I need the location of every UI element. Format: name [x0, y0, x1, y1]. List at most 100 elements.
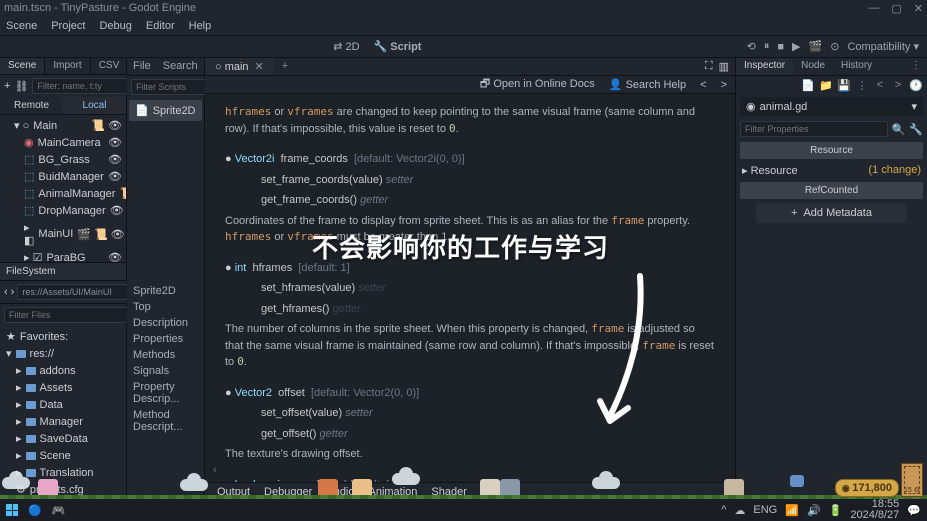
- tool-icon[interactable]: 🔧: [909, 123, 923, 136]
- run-scene-icon[interactable]: 🎬: [809, 40, 823, 53]
- nav-back-icon[interactable]: ‹: [4, 286, 8, 298]
- tree-item[interactable]: ▸ ☑ParaBG👁: [0, 249, 126, 262]
- fwd-icon[interactable]: >: [891, 79, 905, 92]
- battery-icon[interactable]: 🔋: [829, 504, 843, 517]
- remote-tab[interactable]: Remote: [0, 97, 63, 114]
- add-node-icon[interactable]: +: [4, 80, 10, 92]
- tab-import[interactable]: Import: [45, 58, 90, 74]
- fs-file[interactable]: ⚙presets.cfg: [0, 481, 126, 498]
- inspector-object[interactable]: ◉animal.gd▾: [740, 97, 923, 116]
- expand-icon[interactable]: ⛶: [705, 60, 713, 73]
- fs-folder[interactable]: ▸addons: [0, 362, 126, 379]
- outline-item[interactable]: Method Descript...: [133, 407, 198, 435]
- pause-icon[interactable]: ⏸: [764, 40, 770, 53]
- fs-folder[interactable]: ▸Manager: [0, 413, 126, 430]
- tree-item[interactable]: ⬚DropManager👁: [0, 202, 126, 219]
- dock-menu-icon[interactable]: ⋮: [905, 58, 927, 75]
- tree-item[interactable]: ▸ ◧MainUI🎬📜👁: [0, 219, 126, 249]
- tree-item[interactable]: ⬚BuidManager👁: [0, 168, 126, 185]
- tab-history[interactable]: History: [833, 58, 880, 75]
- wifi-icon[interactable]: 📶: [785, 504, 799, 517]
- script-menu-search[interactable]: Search: [157, 58, 204, 75]
- fs-favorites[interactable]: ★Favorites:: [0, 328, 126, 345]
- script-menu-file[interactable]: File: [127, 58, 157, 75]
- outline-item[interactable]: Signals: [133, 363, 198, 379]
- windows-taskbar[interactable]: 🔵 🎮 ^ ☁ ENG 📶 🔊 🔋 18:55 2024/8/27 💬: [0, 499, 927, 521]
- outline-item[interactable]: Properties: [133, 331, 198, 347]
- tab-scene[interactable]: Scene: [0, 58, 45, 74]
- online-docs-link[interactable]: 🗗 Open in Online Docs: [480, 75, 595, 94]
- tray-chevron-icon[interactable]: ^: [721, 504, 726, 516]
- bottom-shader[interactable]: Shader: [431, 486, 466, 498]
- bottom-audio[interactable]: Audio: [326, 486, 354, 498]
- clock-date[interactable]: 2024/8/27: [850, 510, 899, 521]
- menu-debug[interactable]: Debug: [99, 20, 131, 32]
- menu-help[interactable]: Help: [189, 20, 212, 32]
- path-input[interactable]: [17, 284, 144, 300]
- notifications-icon[interactable]: 💬: [907, 504, 921, 517]
- fs-folder[interactable]: ▸Scene: [0, 447, 126, 464]
- tab-inspector[interactable]: Inspector: [736, 58, 793, 75]
- renderer-dropdown[interactable]: Compatibility ▾: [847, 40, 919, 53]
- new-tab-icon[interactable]: +: [274, 58, 296, 75]
- search-help-link[interactable]: 👤 Search Help: [609, 78, 686, 91]
- section-refcounted[interactable]: RefCounted: [740, 182, 923, 199]
- outline-item[interactable]: Methods: [133, 347, 198, 363]
- folder-icon[interactable]: 📁: [819, 79, 833, 92]
- language-indicator[interactable]: ENG: [753, 504, 777, 516]
- outline-item[interactable]: Top: [133, 299, 198, 315]
- scroll-left-icon[interactable]: ‹: [213, 462, 217, 479]
- fs-folder[interactable]: ▸Data: [0, 396, 126, 413]
- bottom-animation[interactable]: Animation: [369, 486, 418, 498]
- outline-item[interactable]: Property Descrip...: [133, 379, 198, 407]
- more-icon[interactable]: ⋮: [855, 79, 869, 92]
- nav-fwd-icon[interactable]: ›: [11, 286, 15, 298]
- taskbar-app-icon[interactable]: 🔵: [28, 504, 42, 517]
- tree-item[interactable]: ⬚AnimalManager📜👁: [0, 185, 126, 202]
- section-resource[interactable]: Resource: [740, 142, 923, 159]
- local-tab[interactable]: Local: [63, 97, 126, 114]
- close-icon[interactable]: ✕: [914, 2, 923, 15]
- nav-back-icon[interactable]: <: [700, 79, 706, 91]
- menu-scene[interactable]: Scene: [6, 20, 37, 32]
- fs-filter-input[interactable]: [4, 307, 131, 323]
- workspace-2d[interactable]: ⇄ 2D: [333, 40, 359, 53]
- menu-editor[interactable]: Editor: [146, 20, 175, 32]
- taskbar-app-icon[interactable]: 🎮: [52, 504, 66, 517]
- menu-project[interactable]: Project: [51, 20, 85, 32]
- run-icon[interactable]: ▶: [792, 40, 800, 53]
- tree-item[interactable]: ⬚BG_Grass👁: [0, 151, 126, 168]
- maximize-icon[interactable]: ▢: [891, 2, 901, 15]
- fs-folder[interactable]: ▸Translation: [0, 464, 126, 481]
- back-icon[interactable]: <: [873, 79, 887, 92]
- start-button[interactable]: [6, 504, 18, 516]
- search-icon[interactable]: 🔍: [892, 123, 906, 136]
- play-icon[interactable]: ⟲: [747, 40, 756, 53]
- bottom-output[interactable]: Output: [217, 486, 250, 498]
- minimize-icon[interactable]: —: [868, 2, 879, 15]
- tree-item[interactable]: ▾ ○Main📜👁: [0, 117, 126, 134]
- movie-icon[interactable]: ⊙: [830, 40, 839, 53]
- fs-folder[interactable]: ▸Assets: [0, 379, 126, 396]
- link-icon[interactable]: ⛓: [14, 80, 28, 93]
- fs-root[interactable]: ▾res://: [0, 345, 126, 362]
- history-icon[interactable]: 🕐: [909, 79, 923, 92]
- script-list-item[interactable]: 📄Sprite2D: [129, 100, 202, 121]
- fs-folder[interactable]: ▸SaveData: [0, 430, 126, 447]
- volume-icon[interactable]: 🔊: [807, 504, 821, 517]
- tray-cloud-icon[interactable]: ☁: [734, 504, 745, 517]
- close-tab-icon[interactable]: ✕: [255, 60, 264, 73]
- stop-icon[interactable]: ■: [777, 41, 784, 53]
- tab-csv[interactable]: CSV: [91, 58, 129, 74]
- editor-tab[interactable]: ○ main✕: [205, 58, 274, 75]
- bottom-debugger[interactable]: Debugger: [264, 486, 312, 498]
- inspector-filter-input[interactable]: [740, 121, 888, 137]
- outline-item[interactable]: Description: [133, 315, 198, 331]
- save-icon[interactable]: 💾: [837, 79, 851, 92]
- tab-node[interactable]: Node: [793, 58, 833, 75]
- workspace-script[interactable]: 🔧 Script: [374, 40, 422, 53]
- add-metadata-button[interactable]: +Add Metadata: [756, 203, 907, 223]
- nav-fwd-icon[interactable]: >: [721, 79, 727, 91]
- file-icon[interactable]: 📄: [801, 79, 815, 92]
- section-resource-row[interactable]: ▸ Resource(1 change): [736, 161, 927, 180]
